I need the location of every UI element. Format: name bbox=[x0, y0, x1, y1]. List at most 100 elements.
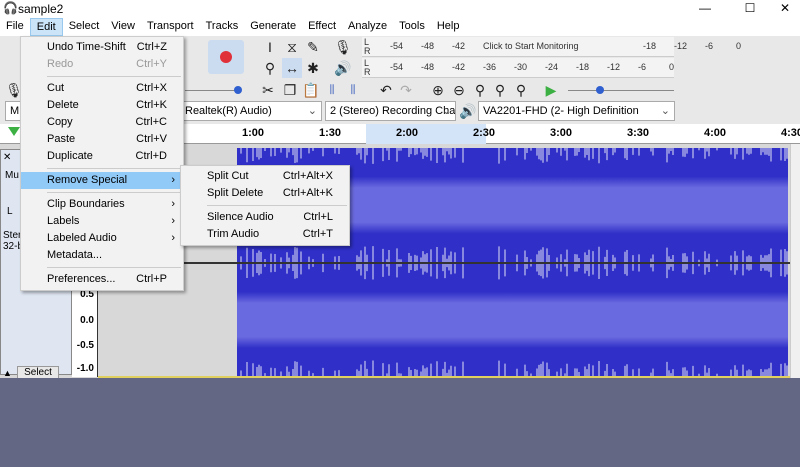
menu-generate[interactable]: Generate bbox=[244, 18, 302, 36]
speaker-icon[interactable]: 🔊 bbox=[333, 58, 353, 78]
audacity-logo-icon: 🎧 bbox=[3, 1, 18, 15]
chevron-right-icon: › bbox=[171, 198, 175, 210]
menu-item-label: Split Delete bbox=[207, 187, 264, 199]
menu-item-metadata[interactable]: Metadata... bbox=[21, 247, 183, 264]
scale-label: 0.0 bbox=[80, 315, 94, 326]
close-button[interactable]: ✕ bbox=[770, 0, 800, 18]
mute-button[interactable]: Mu bbox=[5, 170, 19, 181]
menu-file[interactable]: File bbox=[0, 18, 30, 36]
envelope-tool-icon[interactable]: ⧖ bbox=[282, 37, 302, 57]
time-shift-tool-icon[interactable]: ↔ bbox=[282, 58, 302, 78]
play-head-icon[interactable] bbox=[8, 127, 20, 136]
input-device-select[interactable]: Realtek(R) Audio) ⌄ bbox=[180, 101, 322, 121]
meter-tick-label: -48 bbox=[421, 41, 435, 51]
menu-item-undo-time-shift[interactable]: Undo Time-Shift Ctrl+Z bbox=[21, 39, 183, 56]
zoom-in-icon[interactable]: ⊕ bbox=[428, 80, 448, 100]
title-bar: 🎧 sample2 — ☐ ✕ bbox=[0, 0, 800, 18]
menu-item-trim-audio[interactable]: Trim Audio Ctrl+T bbox=[181, 226, 349, 243]
meter-tick-label: Click to Start Monitoring bbox=[483, 41, 579, 51]
trim-icon[interactable]: ⫼ bbox=[322, 80, 342, 100]
menu-item-clip-boundaries[interactable]: Clip Boundaries › bbox=[21, 196, 183, 213]
menu-item-label: Redo bbox=[47, 58, 74, 70]
menu-item-labeled-audio[interactable]: Labeled Audio › bbox=[21, 230, 183, 247]
play-speed-slider[interactable] bbox=[568, 86, 674, 94]
track-close-button[interactable]: ✕ bbox=[3, 152, 11, 163]
timeline-label: 1:30 bbox=[319, 127, 342, 139]
menu-item-paste[interactable]: Paste Ctrl+V bbox=[21, 131, 183, 148]
menu-item-remove-special[interactable]: Remove Special › bbox=[21, 172, 183, 189]
maximize-button[interactable]: ☐ bbox=[735, 0, 765, 18]
menu-item-label: Labels bbox=[47, 215, 80, 227]
menu-transport[interactable]: Transport bbox=[141, 18, 200, 36]
zoom-out-icon[interactable]: ⊖ bbox=[449, 80, 469, 100]
minimize-button[interactable]: — bbox=[690, 0, 720, 18]
output-device-select[interactable]: VA2201-FHD (2- High Definition ⌄ bbox=[478, 101, 675, 121]
cut-icon[interactable]: ✂ bbox=[258, 80, 278, 100]
timeline-label: 4:00 bbox=[704, 127, 727, 139]
meter-tick-label: 0 bbox=[669, 62, 675, 72]
chevron-down-icon: ⌄ bbox=[441, 105, 451, 117]
menu-item-split-cut[interactable]: Split Cut Ctrl+Alt+X bbox=[181, 168, 349, 185]
zoom-tool-icon[interactable]: ⚲ bbox=[260, 58, 280, 78]
redo-icon[interactable]: ↷ bbox=[396, 80, 416, 100]
zoom-toggle-icon[interactable]: ⚲ bbox=[511, 80, 531, 100]
menu-item-split-delete[interactable]: Split Delete Ctrl+Alt+K bbox=[181, 185, 349, 202]
menu-item-duplicate[interactable]: Duplicate Ctrl+D bbox=[21, 148, 183, 165]
meter-tick-label: -12 bbox=[607, 62, 621, 72]
slider-thumb[interactable] bbox=[234, 86, 242, 94]
chevron-right-icon: › bbox=[171, 215, 175, 227]
shortcut-label: Ctrl+X bbox=[136, 82, 167, 94]
play-at-speed-icon[interactable]: ▶ bbox=[541, 80, 561, 100]
menu-select[interactable]: Select bbox=[63, 18, 106, 36]
menu-item-delete[interactable]: Delete Ctrl+K bbox=[21, 97, 183, 114]
menu-item-labels[interactable]: Labels › bbox=[21, 213, 183, 230]
selection-tool-icon[interactable]: I bbox=[260, 37, 280, 57]
undo-icon[interactable]: ↶ bbox=[376, 80, 396, 100]
menu-item-copy[interactable]: Copy Ctrl+C bbox=[21, 114, 183, 131]
menu-edit[interactable]: Edit bbox=[29, 18, 63, 36]
shortcut-label: Ctrl+C bbox=[135, 116, 167, 128]
meter-tick-label: -48 bbox=[421, 62, 435, 72]
menu-view[interactable]: View bbox=[105, 18, 141, 36]
shortcut-label: Ctrl+V bbox=[136, 133, 167, 145]
vertical-scrollbar[interactable] bbox=[790, 144, 800, 378]
silence-icon[interactable]: ⫼ bbox=[343, 80, 363, 100]
meter-tick-label: -54 bbox=[390, 62, 404, 72]
playback-meter[interactable]: L R -54 -48 -42 -36 -30 -24 -18 -12 -6 0 bbox=[362, 58, 674, 78]
menu-item-cut[interactable]: Cut Ctrl+X bbox=[21, 80, 183, 97]
meter-tick-label: -12 bbox=[674, 41, 688, 51]
record-button[interactable] bbox=[208, 40, 244, 74]
record-meter[interactable]: L R -54 -48 -42 Click to Start Monitoring -18-… bbox=[362, 37, 741, 57]
pan-label: L bbox=[7, 206, 13, 217]
menu-item-silence-audio[interactable]: Silence Audio Ctrl+L bbox=[181, 209, 349, 226]
menu-effect[interactable]: Effect bbox=[302, 18, 342, 36]
menu-item-label: Labeled Audio bbox=[47, 232, 117, 244]
collapse-icon[interactable]: ▲ bbox=[3, 368, 12, 378]
copy-icon[interactable]: ❐ bbox=[280, 80, 300, 100]
shortcut-label: Ctrl+Y bbox=[136, 58, 167, 70]
fit-project-icon[interactable]: ⚲ bbox=[490, 80, 510, 100]
meter-tick-label: 0 bbox=[736, 41, 742, 51]
draw-tool-icon[interactable]: ✎ bbox=[303, 37, 323, 57]
menu-analyze[interactable]: Analyze bbox=[342, 18, 393, 36]
window-title: sample2 bbox=[18, 2, 64, 16]
menu-help[interactable]: Help bbox=[431, 18, 466, 36]
multi-tool-icon[interactable]: ✱ bbox=[303, 58, 323, 78]
fit-selection-icon[interactable]: ⚲ bbox=[470, 80, 490, 100]
slider-thumb[interactable] bbox=[596, 86, 604, 94]
menu-item-label: Copy bbox=[47, 116, 73, 128]
menu-item-preferences[interactable]: Preferences... Ctrl+P bbox=[21, 271, 183, 288]
paste-icon[interactable]: 📋 bbox=[301, 80, 321, 100]
input-volume-slider[interactable] bbox=[185, 86, 242, 94]
shortcut-label: Ctrl+Z bbox=[136, 41, 167, 53]
right-label: R bbox=[364, 67, 371, 77]
shortcut-label: Ctrl+Alt+X bbox=[282, 170, 333, 182]
menu-tracks[interactable]: Tracks bbox=[200, 18, 245, 36]
menu-tools[interactable]: Tools bbox=[393, 18, 431, 36]
channels-select[interactable]: 2 (Stereo) Recording Chann ⌄ bbox=[325, 101, 456, 121]
microphone-icon[interactable]: 🎙 bbox=[333, 37, 353, 57]
menu-separator bbox=[207, 205, 347, 206]
menu-item-redo[interactable]: Redo Ctrl+Y bbox=[21, 56, 183, 73]
waveform-right-channel[interactable] bbox=[237, 264, 788, 376]
menu-item-label: Undo Time-Shift bbox=[47, 41, 126, 53]
